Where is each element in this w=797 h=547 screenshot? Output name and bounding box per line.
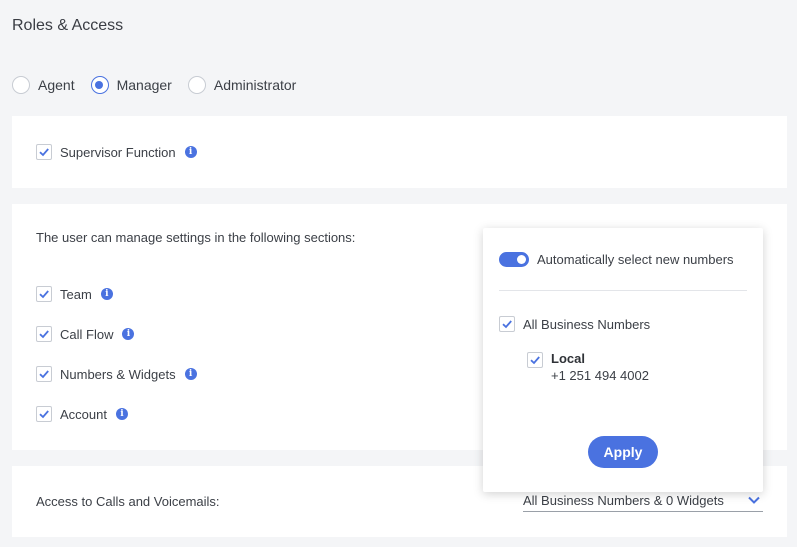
team-label: Team xyxy=(60,286,92,302)
supervisor-checkbox[interactable] xyxy=(36,144,52,160)
account-checkbox[interactable] xyxy=(36,406,52,422)
checkmark-icon xyxy=(39,410,49,419)
call-flow-label: Call Flow xyxy=(60,326,114,342)
role-label-agent: Agent xyxy=(38,77,75,93)
radio-circle[interactable] xyxy=(12,76,30,94)
auto-select-row[interactable]: Automatically select new numbers xyxy=(499,252,734,267)
section-item-call-flow[interactable]: Call Flow i xyxy=(36,326,135,342)
sections-intro: The user can manage settings in the foll… xyxy=(36,230,356,245)
role-radio-administrator[interactable]: Administrator xyxy=(187,76,297,94)
supervisor-label: Supervisor Function xyxy=(60,144,176,160)
number-item-local[interactable]: Local +1 251 494 4002 xyxy=(527,351,649,383)
checkmark-icon xyxy=(39,330,49,339)
number-value: +1 251 494 4002 xyxy=(551,368,649,383)
supervisor-card: Supervisor Function i xyxy=(12,116,787,188)
divider xyxy=(499,290,747,291)
section-item-numbers-widgets[interactable]: Numbers & Widgets i xyxy=(36,366,197,382)
role-label-administrator: Administrator xyxy=(213,77,297,93)
auto-select-toggle[interactable] xyxy=(499,252,529,267)
role-label-manager: Manager xyxy=(116,77,172,93)
auto-select-label: Automatically select new numbers xyxy=(537,252,734,267)
supervisor-function-row[interactable]: Supervisor Function i xyxy=(36,144,197,160)
checkmark-icon xyxy=(39,290,49,299)
info-icon[interactable]: i xyxy=(184,368,197,380)
checkmark-icon xyxy=(39,148,49,157)
all-business-numbers-row[interactable]: All Business Numbers xyxy=(499,316,650,332)
team-checkbox[interactable] xyxy=(36,286,52,302)
checkmark-icon xyxy=(530,356,540,365)
role-radio-manager[interactable]: Manager xyxy=(90,76,172,94)
numbers-widgets-label: Numbers & Widgets xyxy=(60,366,176,382)
page-title: Roles & Access xyxy=(12,17,124,34)
radio-circle-selected[interactable] xyxy=(90,76,109,94)
chevron-down-icon xyxy=(748,496,760,504)
section-item-team[interactable]: Team i xyxy=(36,286,113,302)
info-icon[interactable]: i xyxy=(100,288,113,300)
info-icon[interactable]: i xyxy=(184,146,197,158)
role-radio-agent[interactable]: Agent xyxy=(12,76,75,94)
role-radio-group: Agent Manager Administrator xyxy=(12,76,312,94)
all-numbers-checkbox[interactable] xyxy=(499,316,515,332)
access-dropdown[interactable]: All Business Numbers & 0 Widgets xyxy=(523,490,763,512)
local-number-checkbox[interactable] xyxy=(527,352,543,368)
apply-button[interactable]: Apply xyxy=(588,436,658,468)
access-label: Access to Calls and Voicemails: xyxy=(36,494,220,509)
number-name: Local xyxy=(551,351,585,366)
access-dropdown-value: All Business Numbers & 0 Widgets xyxy=(523,493,724,508)
radio-circle[interactable] xyxy=(187,76,206,94)
account-label: Account xyxy=(60,406,107,422)
numbers-widgets-checkbox[interactable] xyxy=(36,366,52,382)
numbers-select-popup: Automatically select new numbers All Bus… xyxy=(483,228,763,492)
info-icon[interactable]: i xyxy=(122,328,135,340)
checkmark-icon xyxy=(502,320,512,329)
all-numbers-label: All Business Numbers xyxy=(523,316,651,332)
checkmark-icon xyxy=(39,370,49,379)
call-flow-checkbox[interactable] xyxy=(36,326,52,342)
info-icon[interactable]: i xyxy=(115,408,128,420)
section-item-account[interactable]: Account i xyxy=(36,406,128,422)
